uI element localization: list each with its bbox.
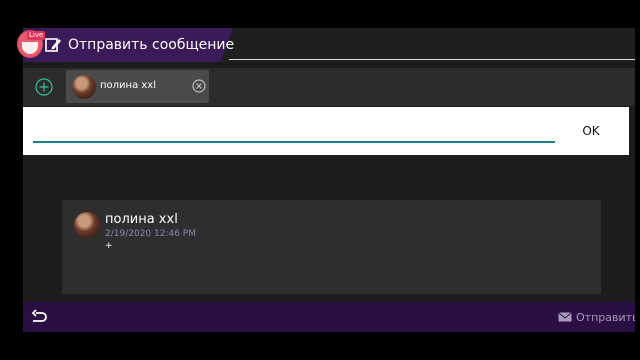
avatar	[74, 212, 100, 238]
message-input-bar: OK	[23, 107, 629, 155]
send-button[interactable]: Отправить	[558, 309, 635, 325]
message-body: +	[105, 241, 113, 251]
page-title: Отправить сообщение	[68, 37, 235, 53]
message-input[interactable]	[33, 117, 555, 143]
add-recipient-icon[interactable]	[35, 78, 53, 96]
sender-name: полина xxl	[105, 212, 178, 227]
message-timestamp: 2/19/2020 12:46 PM	[105, 229, 196, 239]
send-label: Отправить	[576, 310, 635, 324]
envelope-icon	[558, 312, 572, 322]
bottom-bar: Отправить	[23, 302, 635, 332]
ok-button[interactable]: OK	[571, 120, 611, 142]
remove-recipient-icon[interactable]	[192, 79, 206, 93]
recipient-name: полина xxl	[100, 80, 157, 91]
recipient-chip: полина xxl	[66, 70, 209, 103]
header-divider	[229, 59, 635, 60]
edit-icon	[45, 38, 61, 52]
live-label: Live	[27, 31, 46, 40]
back-icon[interactable]	[30, 308, 48, 326]
message-preview: полина xxl 2/19/2020 12:46 PM +	[62, 200, 601, 294]
header: Отправить сообщение	[23, 28, 635, 62]
app-screen: Отправить сообщение полина xxl OK полина…	[23, 28, 635, 332]
avatar	[72, 75, 96, 99]
recipients-bar: полина xxl	[23, 68, 635, 106]
